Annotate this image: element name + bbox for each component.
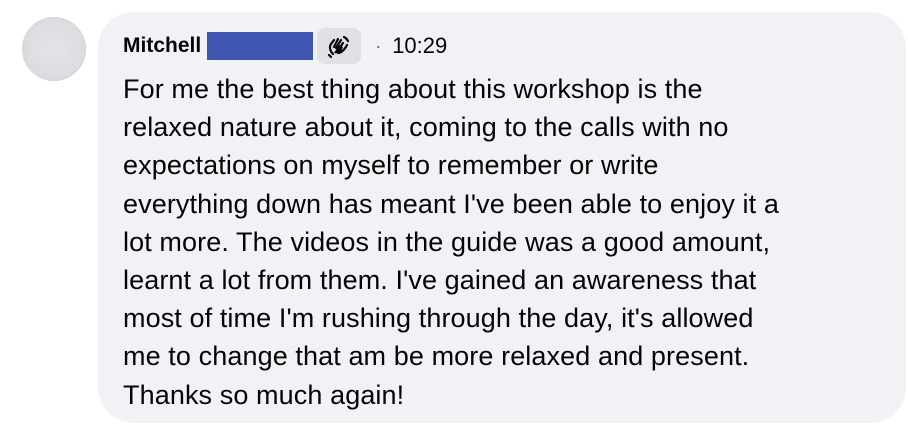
comment-bubble: Mitchell · 10:29 For me the best thing a… xyxy=(98,12,906,423)
avatar[interactable] xyxy=(22,17,86,81)
author-name[interactable]: Mitchell xyxy=(123,34,201,58)
waving-hand-icon-glyph xyxy=(328,35,350,59)
comment-text-line: lot more. The videos in the guide was a … xyxy=(123,226,771,257)
comment-text-line: most of time I'm rushing through the day… xyxy=(123,303,754,334)
comment-text-line: everything down has meant I've been able… xyxy=(123,188,779,219)
comment-text-line: For me the best thing about this worksho… xyxy=(123,74,703,104)
comment-text-line: learnt a lot from them. I've gained an a… xyxy=(123,265,757,296)
waving-hand-icon[interactable] xyxy=(317,28,362,64)
comment-text-line: Thanks so much again! xyxy=(123,379,405,410)
comment-text: For me the best thing about this worksho… xyxy=(123,70,883,414)
comment-text-line: expectations on myself to remember or wr… xyxy=(123,150,659,181)
comment-actions-peek xyxy=(118,427,258,433)
comment-timestamp[interactable]: 10:29 xyxy=(392,33,447,59)
comment-text-line: relaxed nature about it, coming to the c… xyxy=(123,112,729,143)
redacted-surname xyxy=(207,32,314,60)
comment-header: Mitchell · 10:29 xyxy=(123,28,878,64)
separator-dot: · xyxy=(375,35,382,56)
comment-text-line: me to change that am be more relaxed and… xyxy=(123,341,750,372)
